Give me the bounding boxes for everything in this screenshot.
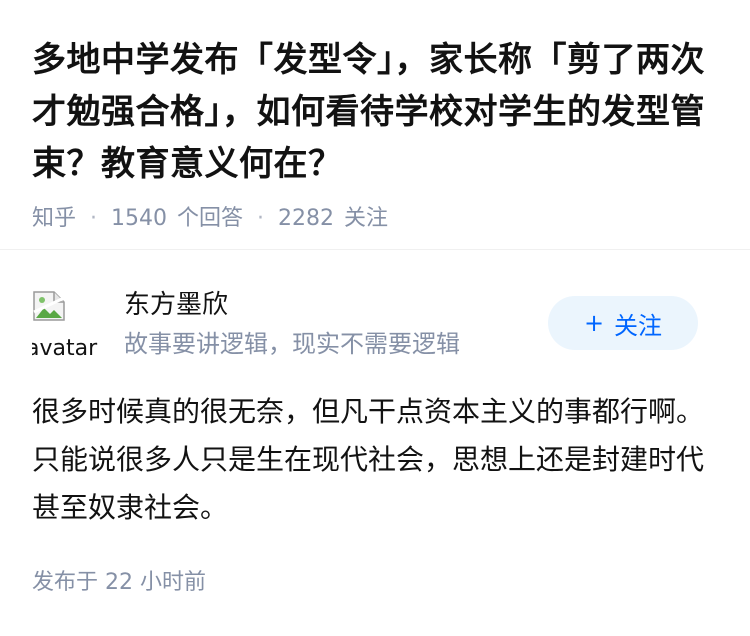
answer-card: avatar 东方墨欣 故事要讲逻辑，现实不需要逻辑 + 关注 很多时候真的很无… (0, 268, 750, 532)
plus-icon: + (583, 309, 605, 337)
zhihu-question-page: 多地中学发布「发型令」，家长称「剪了两次才勉强合格」，如何看待学校对学生的发型管… (0, 0, 750, 636)
publish-time: 发布于 22 小时前 (32, 570, 206, 595)
question-title[interactable]: 多地中学发布「发型令」，家长称「剪了两次才勉强合格」，如何看待学校对学生的发型管… (32, 34, 718, 190)
follow-button-label: 关注 (614, 311, 663, 340)
meta-separator-dot: · (90, 206, 98, 231)
answer-count: 1540 (111, 206, 168, 231)
question-header: 多地中学发布「发型令」，家长称「剪了两次才勉强合格」，如何看待学校对学生的发型管… (0, 0, 750, 231)
meta-separator-dot: · (257, 206, 265, 231)
avatar[interactable]: avatar (32, 290, 100, 358)
follower-count-label: 关注 (344, 206, 389, 231)
author-row: avatar 东方墨欣 故事要讲逻辑，现实不需要逻辑 + 关注 (0, 268, 750, 358)
answer-count-link[interactable]: 1540 个回答 (111, 204, 243, 234)
question-meta: 知乎 · 1540 个回答 · 2282 关注 (32, 204, 718, 234)
answer-count-label: 个回答 (177, 206, 244, 231)
source-label: 知乎 (32, 206, 77, 231)
author-name[interactable]: 东方墨欣 (124, 288, 228, 322)
section-divider (0, 249, 750, 268)
author-bio: 故事要讲逻辑，现实不需要逻辑 (124, 330, 460, 358)
follow-button[interactable]: + 关注 (548, 296, 698, 350)
broken-image-icon (33, 291, 65, 321)
follower-count-link[interactable]: 2282 关注 (278, 204, 388, 234)
answer-content[interactable]: 很多时候真的很无奈，但凡干点资本主义的事都行啊。只能说很多人只是生在现代社会，思… (0, 358, 750, 532)
avatar-alt-text: avatar (32, 336, 98, 358)
follower-count: 2282 (278, 206, 335, 231)
